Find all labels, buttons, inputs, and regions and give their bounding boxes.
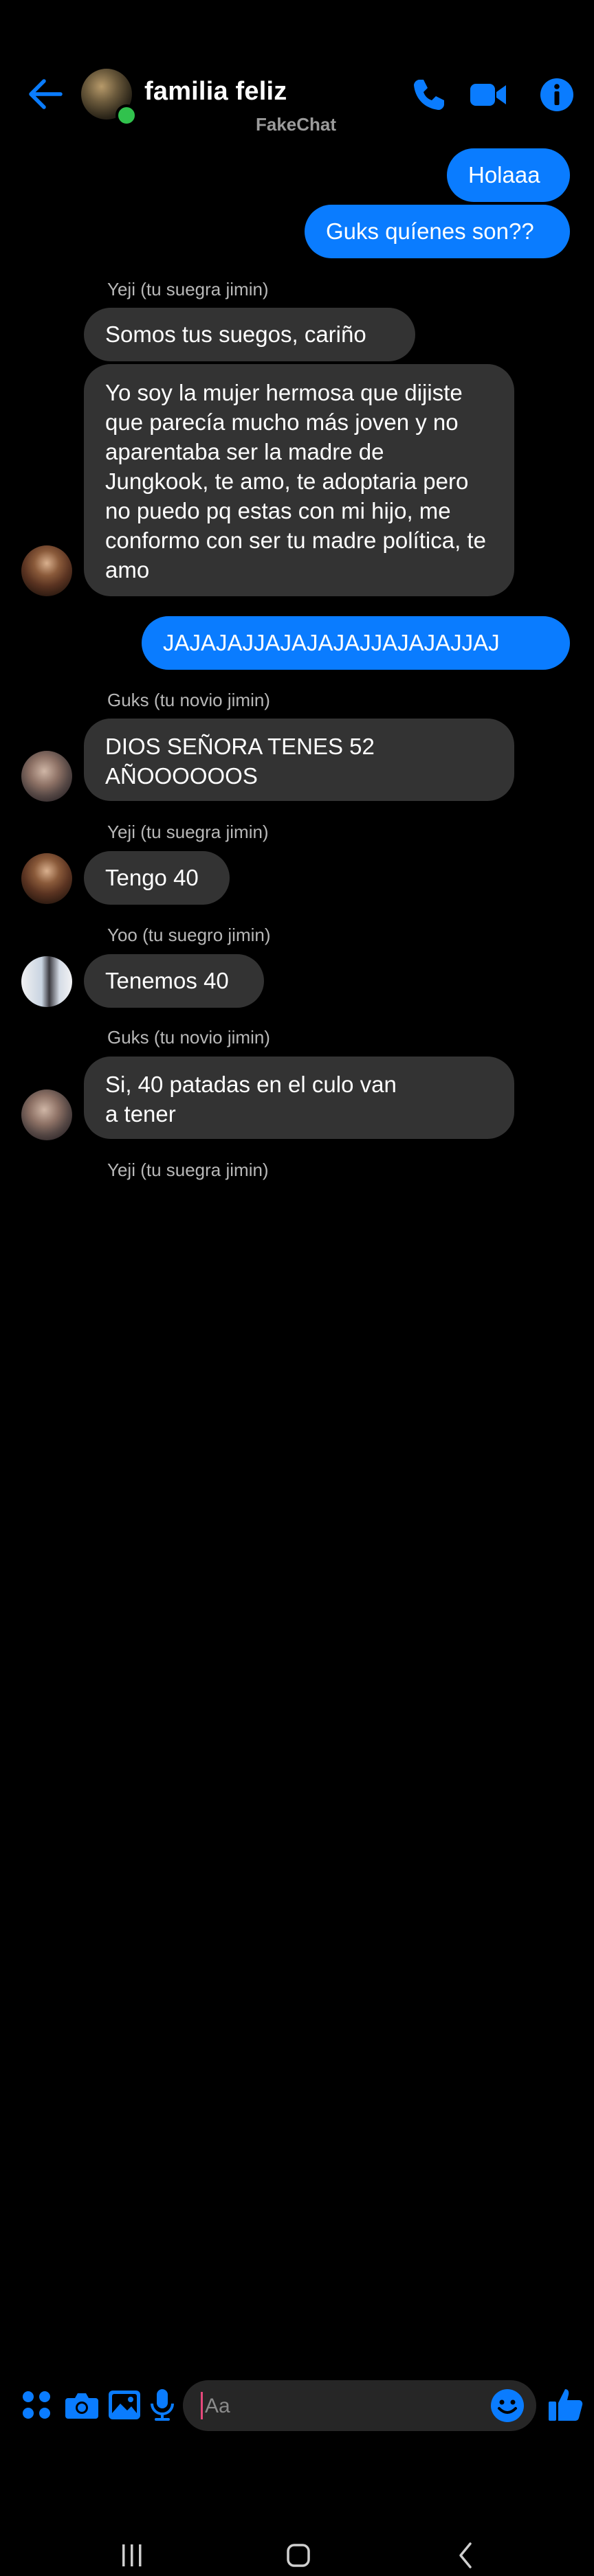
- microphone-icon[interactable]: [144, 2387, 180, 2423]
- incoming-message[interactable]: Yo soy la mujer hermosa que dijiste que …: [84, 364, 514, 596]
- incoming-message[interactable]: Tengo 40: [84, 851, 230, 905]
- outgoing-message[interactable]: JAJAJAJJAJAJAJAJJAJAJAJJAJ: [142, 616, 570, 670]
- message-input[interactable]: [204, 2391, 468, 2422]
- info-icon[interactable]: [538, 76, 576, 114]
- avatar[interactable]: [21, 1089, 72, 1140]
- online-status-dot: [116, 104, 138, 126]
- incoming-message[interactable]: Si, 40 patadas en el culo van a tener: [84, 1057, 514, 1139]
- chat-subtitle: FakeChat: [256, 114, 337, 135]
- phone-icon[interactable]: [410, 76, 448, 114]
- emoji-icon[interactable]: [490, 2388, 525, 2424]
- video-camera-icon[interactable]: [469, 76, 507, 114]
- sender-name: Guks (tu novio jimin): [107, 1027, 270, 1048]
- sender-name: Yoo (tu suegro jimin): [107, 925, 271, 945]
- sender-name: Yeji (tu suegra jimin): [107, 822, 269, 842]
- text-cursor: [201, 2392, 203, 2419]
- chat-header: familia feliz FakeChat: [0, 0, 594, 144]
- avatar[interactable]: [21, 545, 72, 596]
- back-icon[interactable]: [446, 2535, 487, 2576]
- back-arrow-icon[interactable]: [26, 76, 63, 113]
- sender-name: Yeji (tu suegra jimin): [107, 1160, 269, 1180]
- message-composer: [0, 1188, 594, 2431]
- home-icon[interactable]: [278, 2535, 319, 2576]
- outgoing-message[interactable]: Holaaa: [447, 148, 570, 202]
- sender-name: Guks (tu novio jimin): [107, 690, 270, 710]
- outgoing-message[interactable]: Guks quíenes son??: [305, 205, 570, 258]
- incoming-message[interactable]: DIOS SEÑORA TENES 52 AÑOOOOOOS: [84, 719, 514, 801]
- incoming-message[interactable]: Somos tus suegos, cariño: [84, 308, 415, 361]
- chat-title[interactable]: familia feliz: [144, 77, 287, 106]
- sender-name: Yeji (tu suegra jimin): [107, 279, 269, 300]
- thumbs-up-icon[interactable]: [547, 2386, 584, 2424]
- system-navigation-bar: [0, 1264, 594, 2568]
- avatar[interactable]: [21, 853, 72, 904]
- avatar[interactable]: [21, 956, 72, 1007]
- apps-grid-icon[interactable]: [19, 2387, 54, 2423]
- gallery-icon[interactable]: [107, 2387, 142, 2423]
- incoming-message[interactable]: Tenemos 40: [84, 954, 264, 1008]
- camera-icon[interactable]: [64, 2387, 100, 2423]
- recent-apps-icon[interactable]: [111, 2535, 153, 2576]
- avatar[interactable]: [21, 751, 72, 802]
